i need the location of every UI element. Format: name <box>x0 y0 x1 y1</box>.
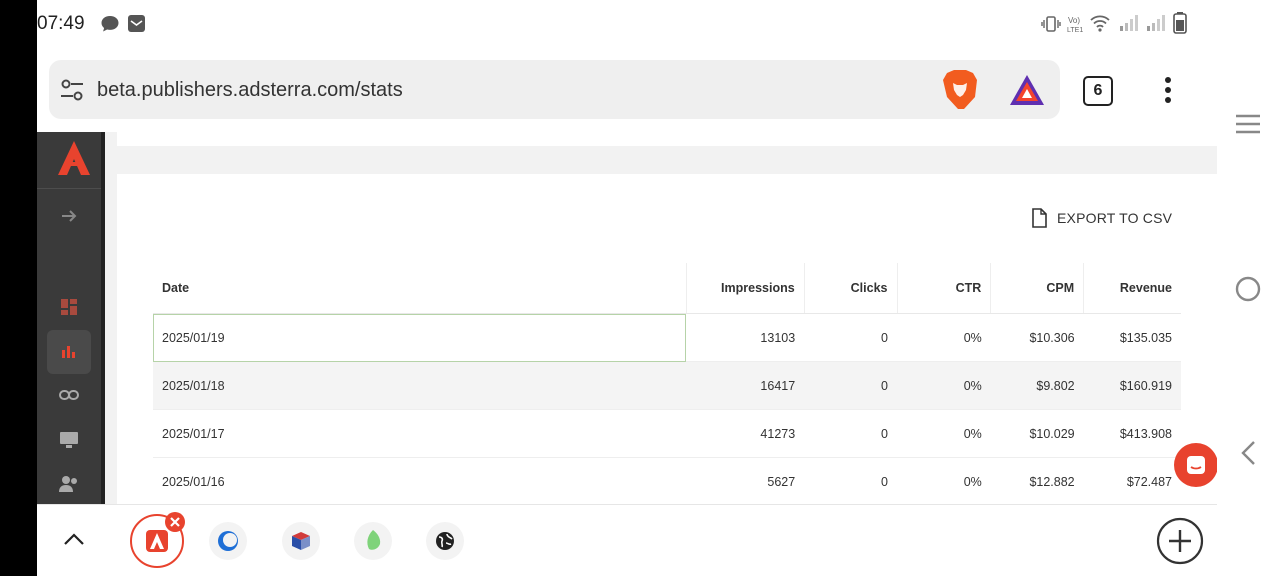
cell-impressions: 5627 <box>686 457 805 506</box>
tab-5[interactable] <box>426 522 464 560</box>
adsterra-favicon-icon <box>146 530 168 552</box>
phone-screen: 07:49 Vo) LTE1 beta.publishers.adsterra.c… <box>37 0 1217 576</box>
chevron-up-icon[interactable] <box>63 531 85 547</box>
mail-notification-icon <box>128 15 145 32</box>
adsterra-logo-icon[interactable] <box>57 140 91 176</box>
column-header-date[interactable]: Date <box>153 263 687 314</box>
cell-cpm: $9.802 <box>990 361 1084 410</box>
status-bar: 07:49 Vo) LTE1 <box>37 0 1217 50</box>
statistics-icon[interactable] <box>61 343 77 359</box>
chat-icon <box>1187 456 1205 474</box>
statistics-card: EXPORT TO CSV Date Impressions Clicks CT… <box>117 174 1217 514</box>
wifi-icon <box>1090 15 1110 32</box>
app-sidebar <box>37 132 101 504</box>
brave-shields-icon[interactable] <box>941 69 979 111</box>
system-navigation-bar <box>1217 0 1280 576</box>
table-header-row: Date Impressions Clicks CTR CPM Revenue <box>153 263 1181 314</box>
vibrate-icon <box>1041 16 1061 32</box>
cell-date: 2025/01/17 <box>153 409 687 458</box>
column-header-cpm[interactable]: CPM <box>990 263 1085 314</box>
cell-ctr: 0% <box>897 361 991 410</box>
column-header-ctr[interactable]: CTR <box>897 263 992 314</box>
volte-icon: Vo) LTE1 <box>1067 16 1083 34</box>
signal-icon-2 <box>1147 15 1165 31</box>
tab-3[interactable] <box>282 522 320 560</box>
cell-ctr: 0% <box>897 313 991 362</box>
leaf-favicon-icon <box>367 530 381 550</box>
back-icon[interactable] <box>1239 440 1257 466</box>
previous-card-edge <box>117 132 1217 146</box>
cell-date: 2025/01/19 <box>153 313 687 362</box>
cell-revenue: $135.035 <box>1083 313 1181 362</box>
table-row[interactable]: 2025/01/17 41273 0 0% $10.029 $413.908 <box>153 409 1181 458</box>
cell-impressions: 16417 <box>686 361 805 410</box>
main-content: EXPORT TO CSV Date Impressions Clicks CT… <box>105 132 1217 514</box>
dashboard-icon[interactable] <box>60 298 78 316</box>
cell-clicks: 0 <box>804 313 897 362</box>
cell-ctr: 0% <box>897 409 991 458</box>
status-time: 07:49 <box>37 13 85 34</box>
brave-rewards-icon[interactable] <box>1009 74 1045 106</box>
table-row[interactable]: 2025/01/18 16417 0 0% $9.802 $160.919 <box>153 361 1181 410</box>
referrals-icon[interactable] <box>59 475 79 493</box>
crescent-favicon-icon <box>218 531 238 551</box>
new-tab-icon[interactable] <box>1156 517 1204 565</box>
cell-date: 2025/01/16 <box>153 457 687 506</box>
more-menu-icon[interactable] <box>1161 76 1175 104</box>
cell-cpm: $10.029 <box>990 409 1084 458</box>
column-header-clicks[interactable]: Clicks <box>804 263 898 314</box>
cell-clicks: 0 <box>804 361 897 410</box>
battery-icon <box>1173 12 1187 34</box>
websites-icon[interactable] <box>59 431 79 449</box>
cube-favicon-icon <box>292 532 310 550</box>
expand-sidebar-icon[interactable] <box>60 207 78 225</box>
file-icon[interactable] <box>1031 208 1047 228</box>
svg-text:Vo): Vo) <box>1068 16 1080 25</box>
stats-table: Date Impressions Clicks CTR CPM Revenue … <box>153 263 1181 506</box>
close-tab-icon[interactable] <box>164 511 186 533</box>
column-header-revenue[interactable]: Revenue <box>1083 263 1181 314</box>
table-row[interactable]: 2025/01/16 5627 0 0% $12.882 $72.487 <box>153 457 1181 506</box>
link-icon[interactable] <box>59 388 79 402</box>
site-settings-icon[interactable] <box>59 77 85 103</box>
chat-notification-icon <box>101 16 119 32</box>
cell-clicks: 0 <box>804 457 897 506</box>
tab-2[interactable] <box>209 522 247 560</box>
url-text[interactable]: beta.publishers.adsterra.com/stats <box>97 79 403 102</box>
cell-impressions: 41273 <box>686 409 805 458</box>
cell-date: 2025/01/18 <box>153 361 687 410</box>
cell-cpm: $12.882 <box>990 457 1084 506</box>
cell-revenue: $160.919 <box>1083 361 1181 410</box>
export-to-csv-button[interactable]: EXPORT TO CSV <box>1057 210 1172 226</box>
cell-clicks: 0 <box>804 409 897 458</box>
tab-4[interactable] <box>354 522 392 560</box>
globe-favicon-icon <box>436 532 454 550</box>
cell-revenue: $413.908 <box>1083 409 1181 458</box>
svg-text:LTE1: LTE1 <box>1067 27 1083 34</box>
table-row[interactable]: 2025/01/19 13103 0 0% $10.306 $135.035 <box>153 313 1181 362</box>
tab-switcher-button[interactable]: 6 <box>1083 76 1113 106</box>
cell-cpm: $10.306 <box>990 313 1084 362</box>
home-icon[interactable] <box>1235 276 1261 302</box>
cell-ctr: 0% <box>897 457 991 506</box>
support-chat-button[interactable] <box>1174 443 1217 487</box>
cell-impressions: 13103 <box>686 313 805 362</box>
signal-icon-1 <box>1120 15 1138 31</box>
address-bar[interactable]: beta.publishers.adsterra.com/stats <box>49 60 1060 119</box>
cell-revenue: $72.487 <box>1083 457 1181 506</box>
recent-apps-icon[interactable] <box>1235 113 1261 135</box>
tab-strip <box>37 504 1217 576</box>
column-header-impressions[interactable]: Impressions <box>686 263 805 314</box>
